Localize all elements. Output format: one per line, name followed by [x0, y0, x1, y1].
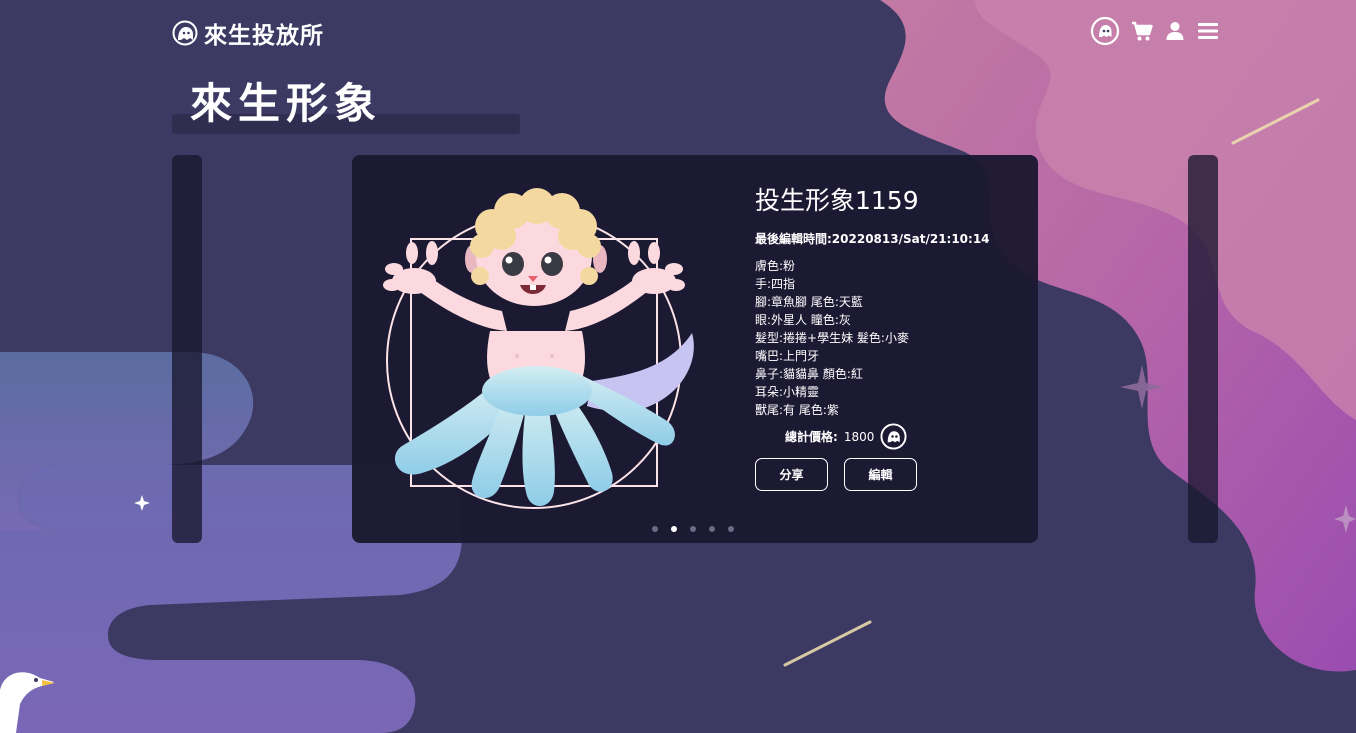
ghost-coin-icon[interactable]: [1090, 16, 1120, 46]
next-slide-peek[interactable]: [1188, 155, 1218, 543]
shooting-star: [783, 620, 872, 667]
previous-slide-peek[interactable]: [172, 155, 202, 543]
logo-ghost-icon: [172, 20, 198, 46]
attribute-hair: 髮型:捲捲+學生妹 髮色:小麥: [755, 331, 909, 345]
header-nav: [1090, 16, 1220, 46]
attribute-skin-color: 膚色:粉: [755, 259, 796, 273]
card-actions: 分享 編輯: [755, 458, 1025, 491]
logo-text: 來生投放所: [204, 23, 324, 49]
avatar-card: 投生形象1159 最後編輯時間:20220813/Sat/21:10:14 膚色…: [352, 155, 1038, 543]
carousel-dot[interactable]: [671, 526, 677, 532]
last-edit-time: 最後編輯時間:20220813/Sat/21:10:14: [755, 232, 990, 246]
attribute-eyes: 眼:外星人 瞳色:灰: [755, 313, 851, 327]
attribute-list: 膚色:粉 手:四指 腳:章魚腳 尾色:天藍 眼:外星人 瞳色:灰 髮型:捲捲+學…: [755, 257, 1025, 419]
attribute-mouth: 嘴巴:上門牙: [755, 349, 820, 363]
attribute-hands: 手:四指: [755, 277, 796, 291]
user-icon[interactable]: [1164, 20, 1186, 42]
ghost-coin-icon: [880, 423, 907, 450]
price-value: 1800: [843, 429, 875, 444]
menu-icon[interactable]: [1196, 19, 1220, 43]
avatar-illustration: [383, 188, 694, 509]
page-title: 來生形象: [190, 79, 383, 128]
share-button[interactable]: 分享: [755, 458, 828, 491]
total-price: 總計價格: 1800: [755, 423, 1025, 450]
carousel-dot[interactable]: [652, 526, 658, 532]
attribute-ears: 耳朵:小精靈: [755, 385, 820, 399]
attribute-feet: 腳:章魚腳 尾色:天藍: [755, 295, 863, 309]
avatar-info: 投生形象1159 最後編輯時間:20220813/Sat/21:10:14 膚色…: [755, 183, 1025, 491]
carousel-pagination: [652, 526, 734, 532]
carousel-dot[interactable]: [728, 526, 734, 532]
page-title-block: 來生形象: [172, 76, 520, 136]
attribute-nose: 鼻子:貓貓鼻 顏色:紅: [755, 367, 863, 381]
avatar-name: 投生形象1159: [755, 186, 919, 215]
edit-button[interactable]: 編輯: [844, 458, 917, 491]
attribute-tail: 獸尾:有 尾色:紫: [755, 403, 839, 417]
cart-icon[interactable]: [1130, 19, 1154, 43]
carousel-dot[interactable]: [690, 526, 696, 532]
site-logo[interactable]: 來生投放所: [172, 18, 324, 49]
price-label: 總計價格:: [785, 430, 838, 444]
carousel-dot[interactable]: [709, 526, 715, 532]
